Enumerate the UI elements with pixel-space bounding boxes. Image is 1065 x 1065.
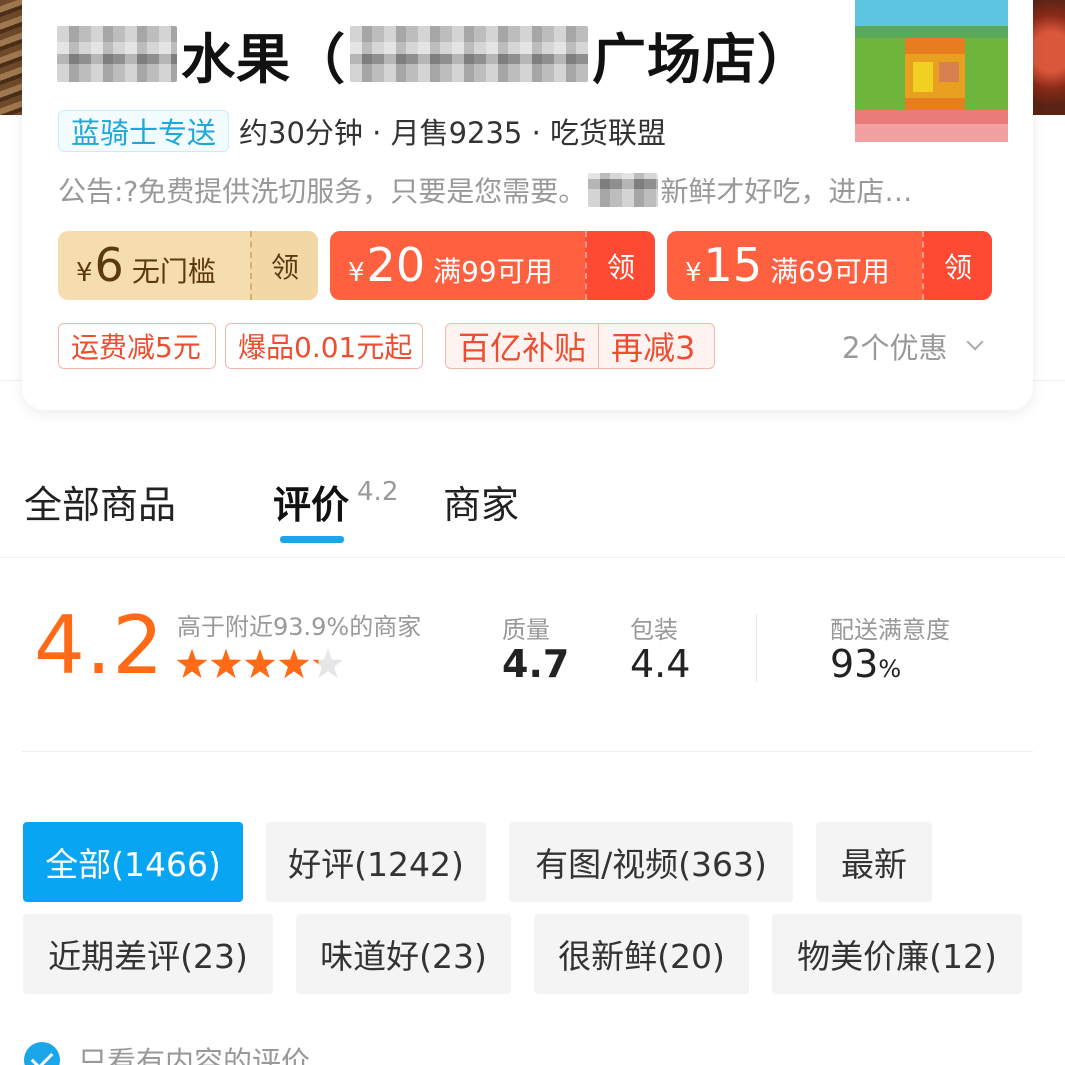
store-name-part: 广场店） bbox=[592, 27, 812, 91]
star-icon bbox=[244, 648, 276, 679]
quality-label: 质量 bbox=[502, 616, 550, 644]
star-rating bbox=[176, 648, 346, 680]
more-offers-label: 2个优惠 bbox=[842, 331, 948, 365]
tab-merchant[interactable]: 商家 bbox=[443, 474, 519, 528]
content-only-toggle[interactable]: 只看有内容的评价 bbox=[24, 1040, 310, 1065]
coupon-amount: 6 bbox=[94, 237, 124, 292]
packaging-rating: 包装 4.4 bbox=[630, 610, 690, 684]
score-comparison: 高于附近93.9%的商家 bbox=[177, 613, 422, 641]
star-icon bbox=[312, 648, 344, 679]
coupon-no-threshold[interactable]: ¥ 6 无门槛 领 bbox=[58, 231, 318, 300]
coupon-20[interactable]: ¥ 20 满99可用 领 bbox=[330, 231, 655, 300]
divider bbox=[756, 614, 757, 682]
checkmark-icon[interactable] bbox=[24, 1042, 60, 1065]
star-icon bbox=[176, 648, 208, 679]
store-review-page: 水果（ 广场店） 蓝骑士专送 约30分钟 · 月售9235 · 吃货联盟 公告:… bbox=[0, 0, 1065, 1065]
filter-positive[interactable]: 好评(1242) bbox=[266, 822, 486, 902]
overall-score: 4.2 bbox=[34, 599, 165, 692]
currency-symbol: ¥ bbox=[76, 257, 93, 288]
store-meta: 蓝骑士专送 约30分钟 · 月售9235 · 吃货联盟 bbox=[58, 110, 666, 152]
store-name-part: 水果（ bbox=[181, 27, 346, 91]
quality-rating: 质量 4.7 bbox=[502, 610, 569, 684]
promo-delivery-discount[interactable]: 运费减5元 bbox=[58, 323, 216, 369]
claim-coupon-button[interactable]: 领 bbox=[585, 231, 655, 300]
store-name: 水果（ 广场店） bbox=[57, 18, 812, 91]
chevron-down-icon bbox=[966, 333, 984, 351]
tab-reviews-score: 4.2 bbox=[357, 477, 399, 507]
notice-text: 公告:?免费提供洗切服务，只要是您需要。 bbox=[58, 175, 587, 208]
subsidy-label: 百亿补贴 bbox=[446, 324, 600, 368]
notice-text: 新鲜才好吃，进店… bbox=[660, 175, 913, 208]
coupon-amount: 20 bbox=[366, 237, 426, 292]
rider-delivery-badge: 蓝骑士专送 bbox=[58, 110, 230, 152]
tab-reviews[interactable]: 评价 4.2 bbox=[273, 474, 398, 528]
coupon-condition: 无门槛 bbox=[131, 254, 216, 288]
redacted-text bbox=[588, 173, 659, 207]
coupon-amount: 15 bbox=[703, 237, 763, 292]
coupon-15[interactable]: ¥ 15 满69可用 领 bbox=[667, 231, 992, 300]
redacted-text bbox=[57, 26, 177, 82]
packaging-label: 包装 bbox=[630, 616, 678, 644]
tab-all-products[interactable]: 全部商品 bbox=[24, 474, 176, 528]
header-background-image bbox=[1031, 0, 1065, 115]
claim-coupon-button[interactable]: 领 bbox=[922, 231, 992, 300]
currency-symbol: ¥ bbox=[348, 257, 365, 288]
promo-hot-items[interactable]: 爆品0.01元起 bbox=[225, 323, 423, 369]
filter-all[interactable]: 全部(1466) bbox=[23, 822, 243, 902]
delivery-label: 配送满意度 bbox=[830, 616, 950, 644]
divider bbox=[22, 751, 1033, 752]
divider bbox=[0, 557, 1065, 558]
more-offers-toggle[interactable]: 2个优惠 bbox=[842, 323, 984, 369]
subsidy-extra: 再减3 bbox=[611, 329, 696, 367]
filter-good-value[interactable]: 物美价廉(12) bbox=[772, 914, 1022, 994]
quality-value: 4.7 bbox=[502, 642, 570, 686]
filter-with-media[interactable]: 有图/视频(363) bbox=[509, 822, 793, 902]
promo-subsidy[interactable]: 百亿补贴 再减3 bbox=[445, 323, 715, 369]
packaging-value: 4.4 bbox=[630, 642, 691, 686]
delivery-percent: 93 bbox=[830, 642, 879, 686]
coupon-condition: 满99可用 bbox=[433, 254, 553, 288]
filter-very-fresh[interactable]: 很新鲜(20) bbox=[534, 914, 749, 994]
store-meta-text: 约30分钟 · 月售9235 · 吃货联盟 bbox=[239, 116, 667, 150]
coupon-condition: 满69可用 bbox=[770, 254, 890, 288]
percent-unit: % bbox=[878, 655, 902, 683]
star-icon bbox=[210, 648, 242, 679]
tab-reviews-label: 评价 bbox=[273, 482, 350, 527]
claim-coupon-button[interactable]: 领 bbox=[250, 231, 318, 300]
star-icon bbox=[278, 648, 310, 679]
store-notice[interactable]: 公告:?免费提供洗切服务，只要是您需要。 新鲜才好吃，进店… bbox=[58, 168, 1003, 212]
store-logo[interactable] bbox=[855, 0, 1008, 142]
filter-latest[interactable]: 最新 bbox=[816, 822, 932, 902]
redacted-text bbox=[350, 26, 588, 82]
delivery-satisfaction: 配送满意度 93% bbox=[830, 610, 950, 689]
currency-symbol: ¥ bbox=[685, 257, 702, 288]
filter-tastes-good[interactable]: 味道好(23) bbox=[296, 914, 511, 994]
active-tab-indicator bbox=[280, 536, 344, 543]
delivery-value: 93% bbox=[830, 644, 950, 689]
content-only-label: 只看有内容的评价 bbox=[78, 1045, 311, 1065]
filter-recent-negative[interactable]: 近期差评(23) bbox=[23, 914, 273, 994]
